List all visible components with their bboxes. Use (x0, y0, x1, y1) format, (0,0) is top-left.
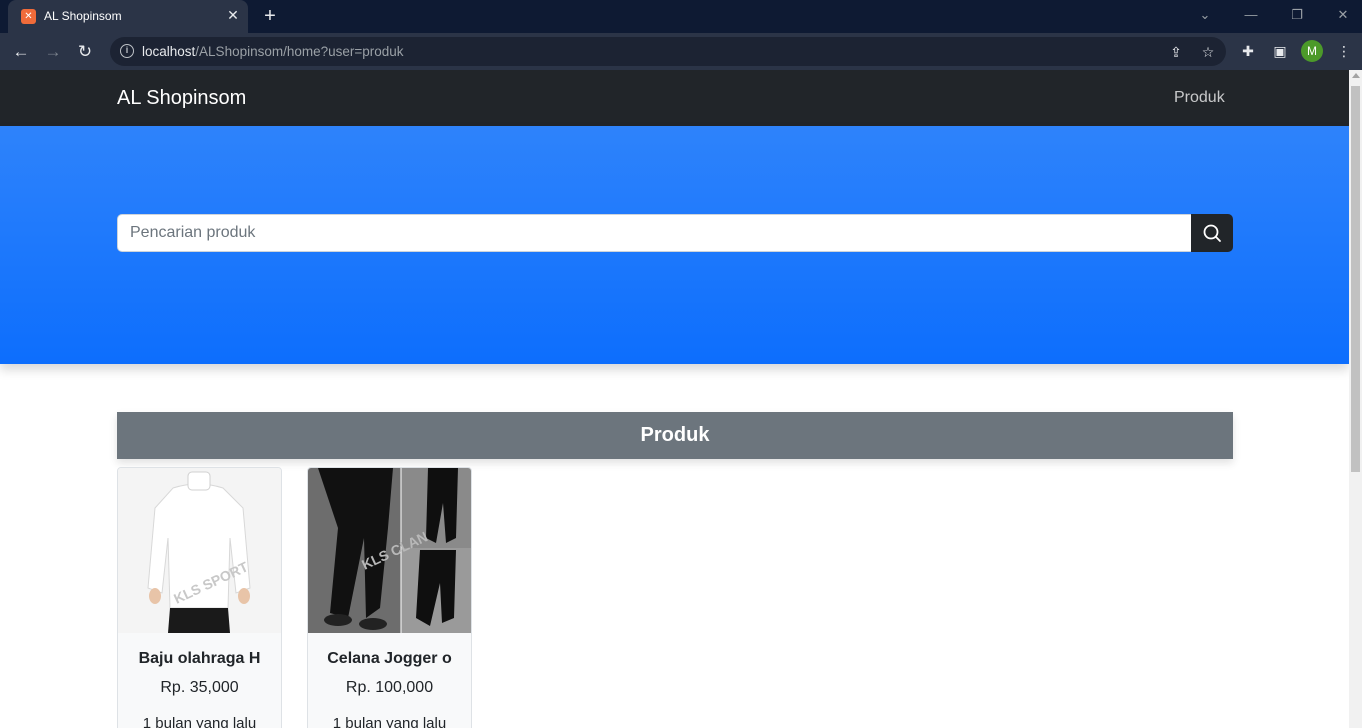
restore-icon[interactable]: ❐ (1284, 4, 1310, 26)
site-brand[interactable]: AL Shopinsom (117, 87, 246, 110)
new-tab-icon[interactable]: + (259, 5, 281, 27)
hero-banner (0, 126, 1349, 364)
product-card[interactable]: KLS CLAN Celana Jogger o Rp. 100,000 1 b… (307, 467, 472, 728)
page-scrollbar[interactable] (1349, 70, 1362, 728)
product-name[interactable]: Baju olahraga H (118, 650, 281, 668)
search-button[interactable] (1191, 214, 1233, 252)
browser-tabbar: ✕ AL Shopinsom ✕ + ⌄ — ❐ ✕ (0, 0, 1362, 33)
side-panel-icon[interactable]: ▣ (1269, 40, 1291, 62)
browser-tab[interactable]: ✕ AL Shopinsom ✕ (8, 0, 248, 33)
page-viewport: AL Shopinsom Produk Produk K (0, 70, 1349, 728)
bookmark-star-icon[interactable]: ☆ (1197, 41, 1219, 63)
tab-title: AL Shopinsom (44, 9, 122, 23)
url-text[interactable]: localhost/ALShopinsom/home?user=produk (142, 44, 404, 59)
product-image[interactable]: KLS CLAN (308, 468, 471, 633)
browser-toolbar: ← → ↻ i localhost/ALShopinsom/home?user=… (0, 33, 1362, 70)
product-image[interactable]: KLS SPORT (118, 468, 281, 633)
search-icon (1203, 224, 1221, 242)
tab-close-icon[interactable]: ✕ (224, 6, 242, 24)
product-price: Rp. 100,000 (345, 679, 434, 696)
profile-avatar[interactable]: M (1301, 40, 1323, 62)
product-posted-time: 1 bulan yang lalu (332, 715, 447, 728)
menu-kebab-icon[interactable]: ⋮ (1333, 40, 1355, 62)
product-posted-time: 1 bulan yang lalu (142, 715, 257, 728)
tab-search-chevron-icon[interactable]: ⌄ (1192, 4, 1218, 26)
scroll-up-arrow-icon[interactable] (1352, 73, 1360, 78)
address-bar[interactable]: i localhost/ALShopinsom/home?user=produk… (110, 37, 1226, 66)
minimize-icon[interactable]: — (1238, 4, 1264, 26)
product-name[interactable]: Celana Jogger o (308, 650, 471, 668)
site-info-icon[interactable]: i (120, 44, 134, 58)
window-close-icon[interactable]: ✕ (1330, 4, 1356, 26)
xampp-favicon-icon: ✕ (21, 9, 36, 24)
reload-icon[interactable]: ↻ (72, 39, 98, 65)
scroll-thumb[interactable] (1351, 86, 1360, 472)
extensions-icon[interactable]: ✚ (1237, 40, 1259, 62)
section-title: Produk (117, 412, 1233, 459)
share-icon[interactable]: ⇪ (1165, 41, 1187, 63)
nav-link-produk[interactable]: Produk (1174, 89, 1225, 107)
back-icon[interactable]: ← (8, 39, 34, 65)
product-card[interactable]: KLS SPORT Baju olahraga H Rp. 35,000 1 b… (117, 467, 282, 728)
search-input[interactable] (117, 214, 1192, 252)
site-navbar: AL Shopinsom Produk (0, 70, 1349, 126)
product-price: Rp. 35,000 (160, 679, 239, 696)
forward-icon[interactable]: → (40, 39, 66, 65)
